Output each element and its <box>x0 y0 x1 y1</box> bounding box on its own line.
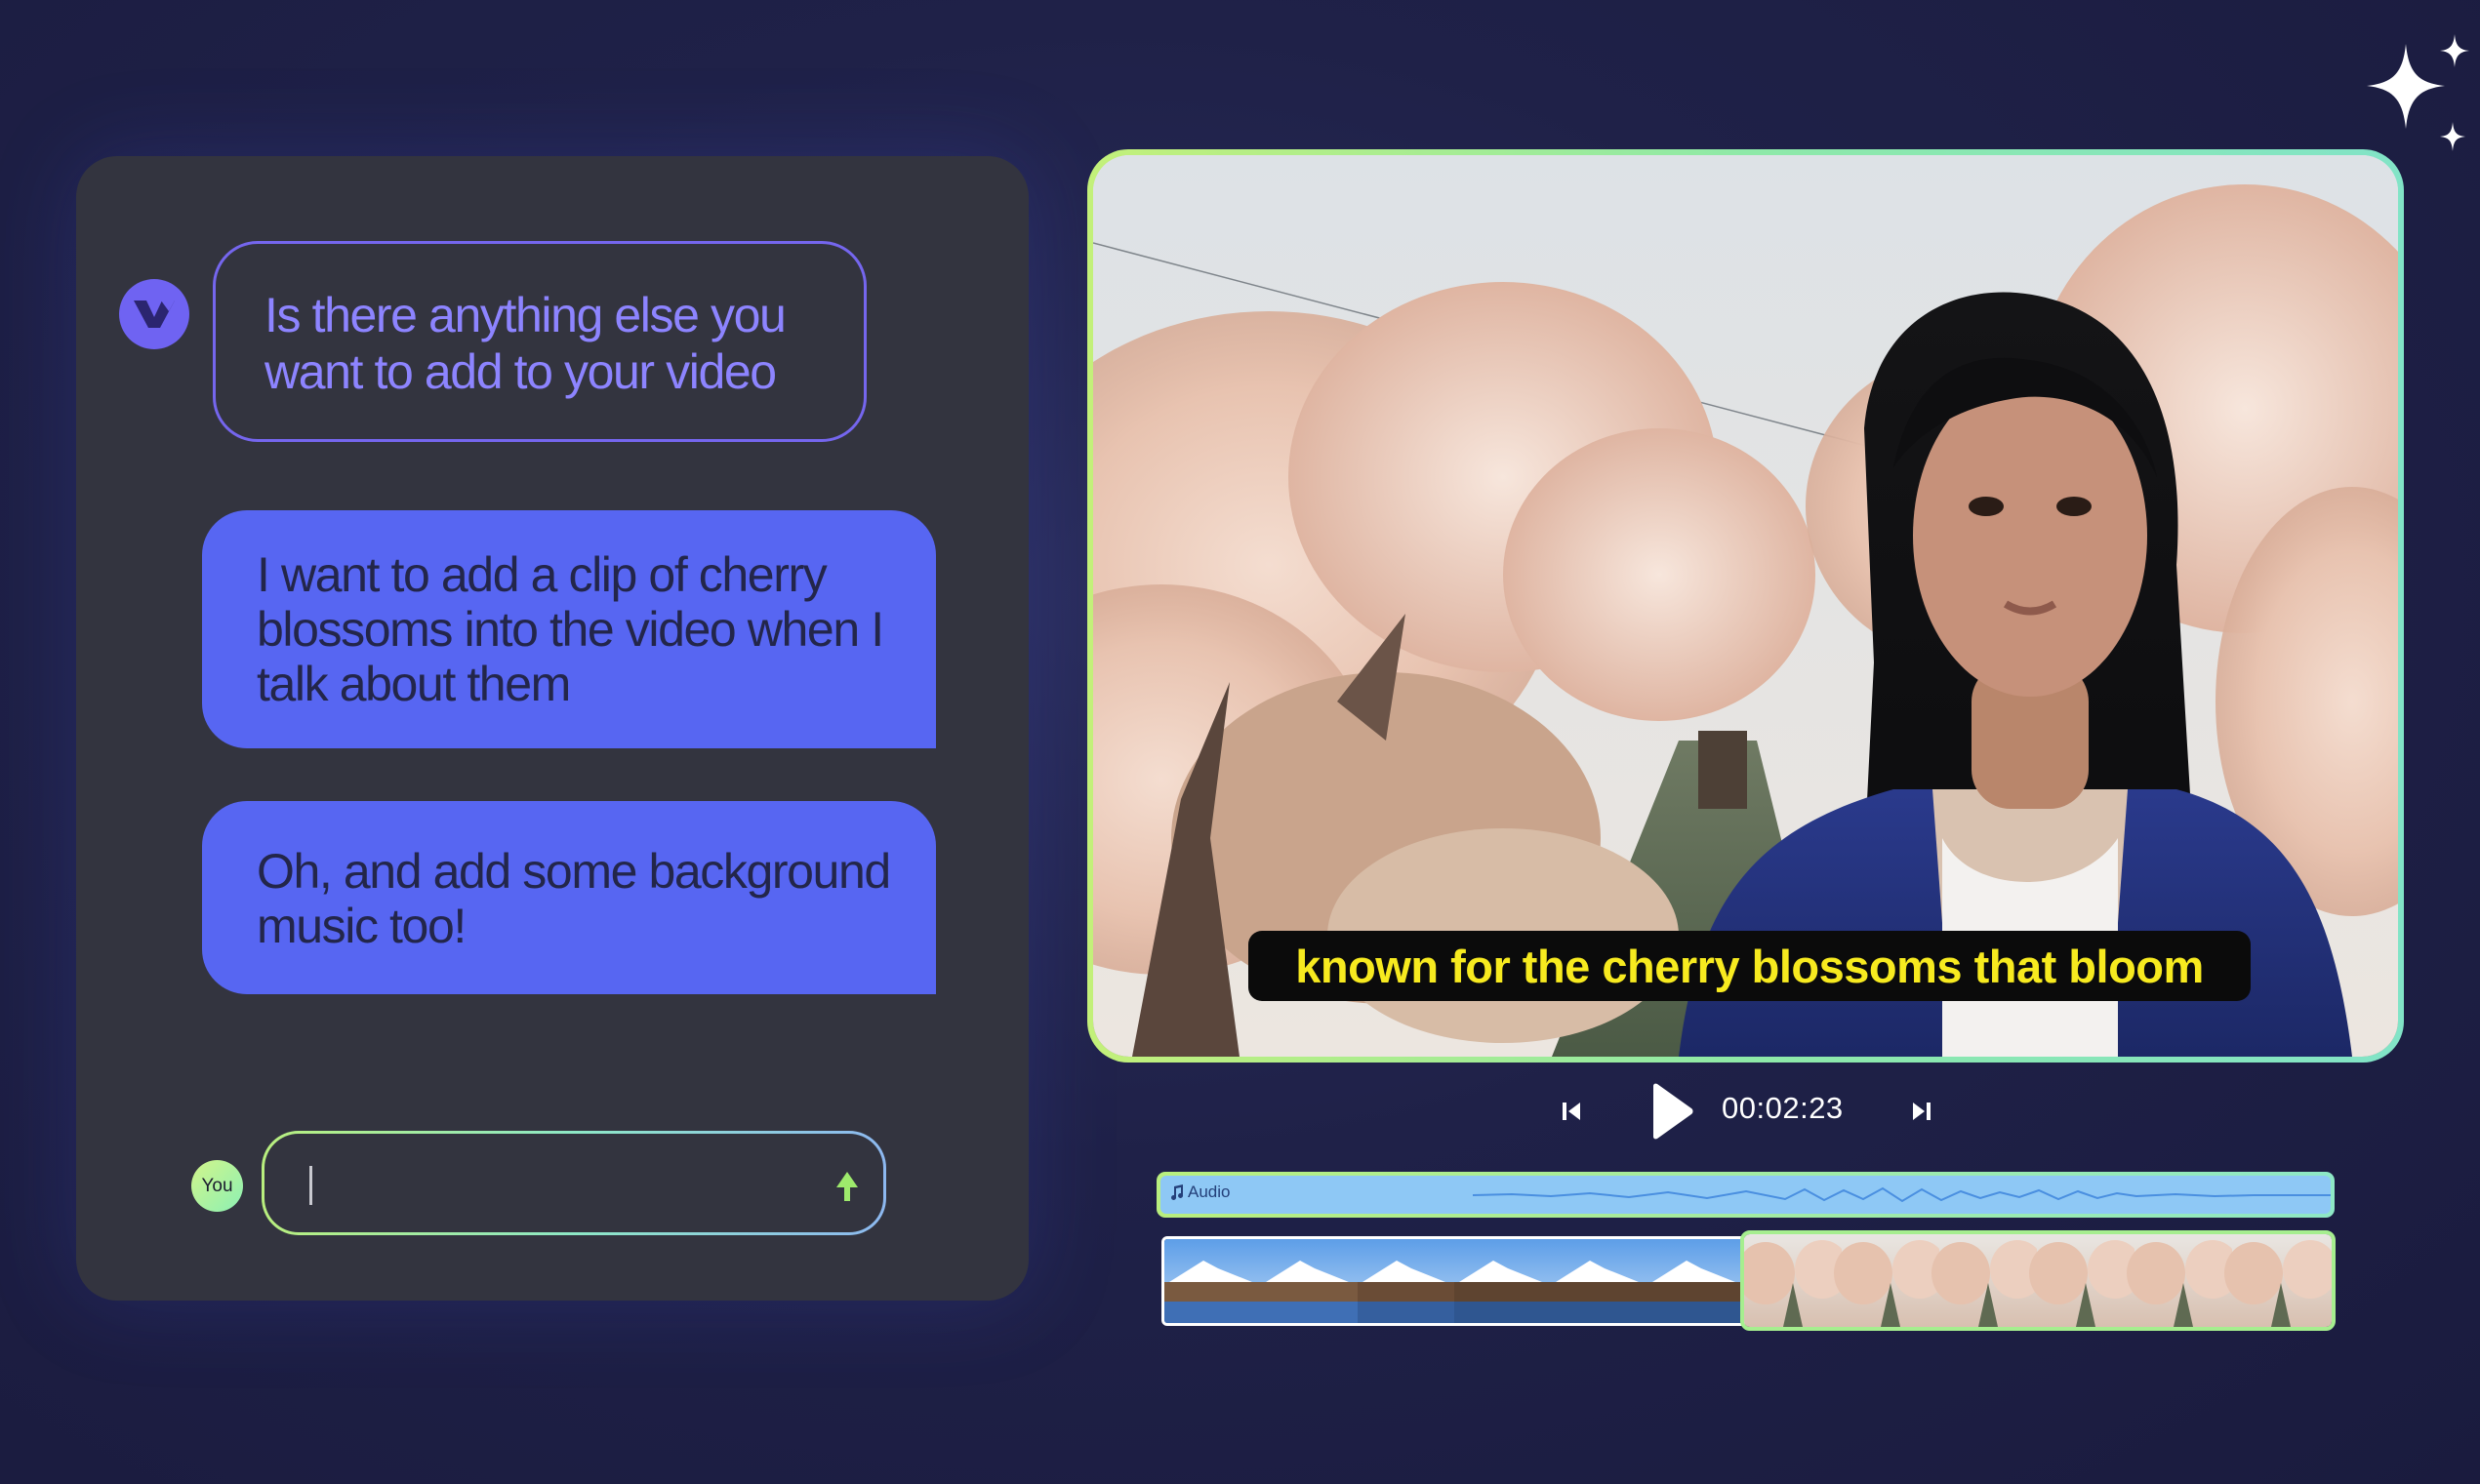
mountains-clip[interactable] <box>1161 1236 1747 1326</box>
video-preview[interactable]: known for the cherry blossoms that bloom <box>1087 149 2404 1063</box>
user-message: Oh, and add some background music too! <box>202 801 936 994</box>
send-button[interactable] <box>831 1167 864 1206</box>
user-avatar: You <box>191 1160 243 1212</box>
player-controls: 00:02:23 <box>0 1073 2480 1151</box>
video-frame-image <box>1093 155 2398 1057</box>
text-caret <box>309 1166 312 1205</box>
play-icon <box>1653 1083 1693 1140</box>
arrow-up-icon <box>836 1172 858 1201</box>
next-button[interactable] <box>1908 1098 1933 1125</box>
music-note-icon <box>1171 1184 1184 1200</box>
sparkle-icon <box>2367 34 2469 151</box>
previous-button[interactable] <box>1560 1098 1585 1125</box>
cherry-blossoms-clip-thumbnails <box>1744 1234 2332 1327</box>
you-label: You <box>201 1175 233 1196</box>
audio-track-label: Audio <box>1188 1183 1231 1201</box>
message-input[interactable] <box>304 1155 792 1210</box>
audio-track[interactable]: Audio <box>1157 1172 2335 1218</box>
video-caption: known for the cherry blossoms that bloom <box>1248 931 2251 1001</box>
mountains-clip-thumbnails <box>1164 1239 1744 1323</box>
user-message: I want to add a clip of cherry blossoms … <box>202 510 936 748</box>
audio-waveform <box>1472 1186 2331 1203</box>
skip-previous-icon <box>1563 1103 1580 1120</box>
timecode: 00:02:23 <box>1722 1091 1844 1125</box>
vidyo-logo-icon <box>134 301 175 328</box>
skip-next-icon <box>1913 1103 1931 1120</box>
cherry-blossoms-clip[interactable] <box>1740 1230 2336 1331</box>
assistant-avatar <box>119 279 189 349</box>
play-button[interactable] <box>1647 1083 1694 1140</box>
assistant-message: Is there anything else you want to add t… <box>213 241 867 442</box>
